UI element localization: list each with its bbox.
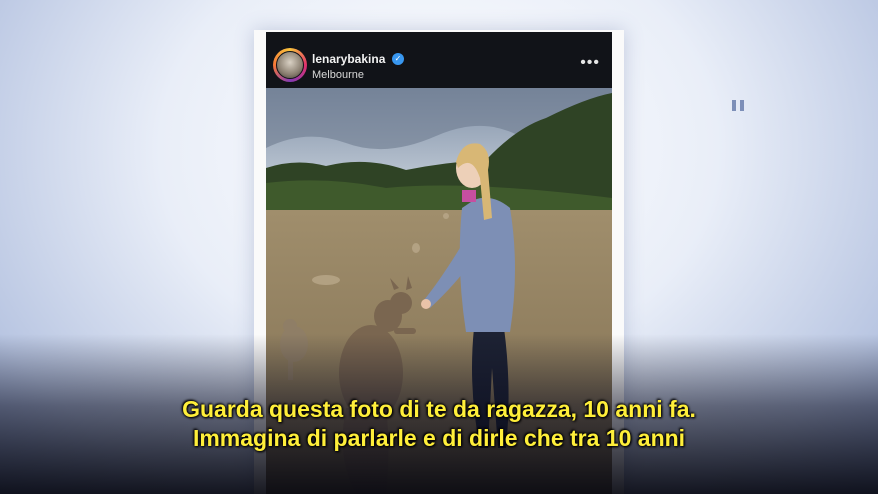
subtitle-line-2: Immagina di parlarle e di dirle che tra … bbox=[192, 425, 686, 451]
avatar-ring[interactable] bbox=[273, 48, 307, 82]
pause-icon[interactable] bbox=[732, 100, 748, 112]
more-options-icon[interactable]: ••• bbox=[580, 54, 600, 72]
post-header: lenarybakina ✓ Melbourne ••• bbox=[266, 32, 612, 88]
post-username[interactable]: lenarybakina bbox=[312, 52, 385, 66]
subtitle-line-1: Guarda questa foto di te da ragazza, 10 … bbox=[182, 396, 696, 422]
avatar bbox=[276, 51, 304, 79]
verified-badge-icon: ✓ bbox=[392, 53, 404, 65]
post-location[interactable]: Melbourne bbox=[312, 69, 364, 81]
